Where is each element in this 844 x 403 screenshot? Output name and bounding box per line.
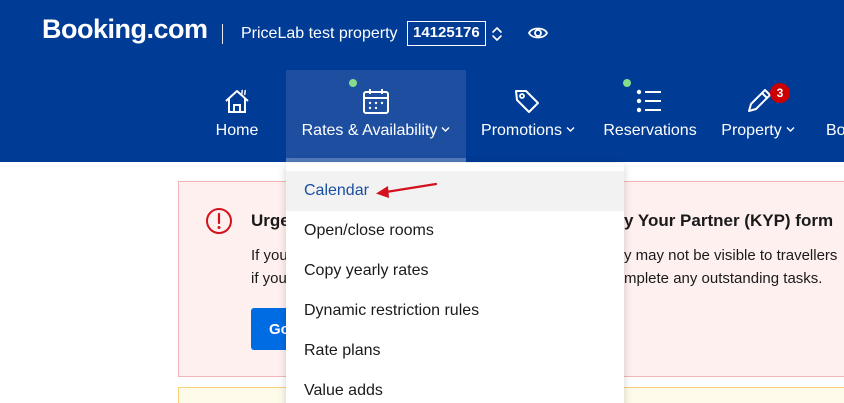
calendar-icon	[363, 89, 389, 114]
property-name: PriceLab test property	[241, 25, 398, 42]
notification-dot	[623, 79, 631, 87]
menu-item-dynamic-restriction-rules[interactable]: Dynamic restriction rules	[286, 291, 624, 331]
alert-text-line-1-continued: y may not be visible to travellers	[624, 247, 838, 264]
menu-item-rate-plans[interactable]: Rate plans	[286, 331, 624, 371]
alert-text-line-2: if you	[251, 270, 287, 287]
nav-promotions-text: Promotions	[481, 122, 562, 139]
chevron-updown-icon[interactable]	[490, 24, 504, 44]
active-tab-underline	[286, 158, 466, 162]
alert-title-continued: y Your Partner (KYP) form	[624, 211, 834, 230]
nav-rates-availability[interactable]: Rates & Availability	[286, 70, 466, 162]
nav-property-text: Property	[721, 122, 782, 139]
menu-item-open-close-rooms[interactable]: Open/close rooms	[286, 211, 624, 251]
menu-item-value-adds[interactable]: Value adds	[286, 371, 624, 403]
header-divider	[222, 24, 223, 44]
nav-rates-label: Rates & Availability	[286, 122, 466, 140]
notification-dot	[349, 79, 357, 87]
nav-reservations[interactable]: Reservations	[600, 70, 700, 162]
nav-home-label: Home	[215, 122, 259, 139]
eye-icon[interactable]	[527, 24, 549, 42]
property-id: 14125176	[407, 21, 486, 46]
annotation-arrow-icon	[376, 182, 438, 198]
chevron-down-icon	[566, 127, 575, 132]
alert-text-line-2-continued: mplete any outstanding tasks.	[624, 270, 823, 287]
list-icon	[636, 89, 661, 113]
account-bar: Booking.com PriceLab test property 14125…	[0, 0, 844, 68]
nav-property[interactable]: 3 Property	[714, 70, 802, 162]
nav-property-label: Property	[714, 122, 802, 140]
main-nav: Home Rates & Availability Promotions Res…	[0, 70, 844, 162]
menu-item-calendar[interactable]: Calendar	[286, 171, 624, 211]
brand-logo[interactable]: Booking.com	[42, 14, 208, 45]
nav-rates-text: Rates & Availability	[301, 122, 438, 139]
nav-reservations-label: Reservations	[603, 122, 697, 139]
nav-more-label: Bo	[826, 122, 844, 139]
menu-item-copy-yearly-rates[interactable]: Copy yearly rates	[286, 251, 624, 291]
top-header: Booking.com PriceLab test property 14125…	[0, 0, 844, 162]
notification-badge: 3	[770, 83, 790, 103]
chevron-down-icon	[786, 127, 795, 132]
nav-home[interactable]: Home	[200, 70, 274, 162]
rates-availability-dropdown: Calendar Open/close rooms Copy yearly ra…	[286, 163, 624, 403]
home-icon	[225, 89, 249, 113]
nav-promotions-label: Promotions	[478, 122, 578, 140]
nav-more[interactable]: Bo	[818, 70, 844, 162]
alert-title: Urge	[251, 211, 290, 230]
error-icon	[206, 208, 232, 234]
tag-icon	[515, 90, 539, 113]
alert-text-line-1: If you	[251, 247, 288, 264]
chevron-down-icon	[441, 127, 450, 132]
nav-promotions[interactable]: Promotions	[478, 70, 578, 162]
